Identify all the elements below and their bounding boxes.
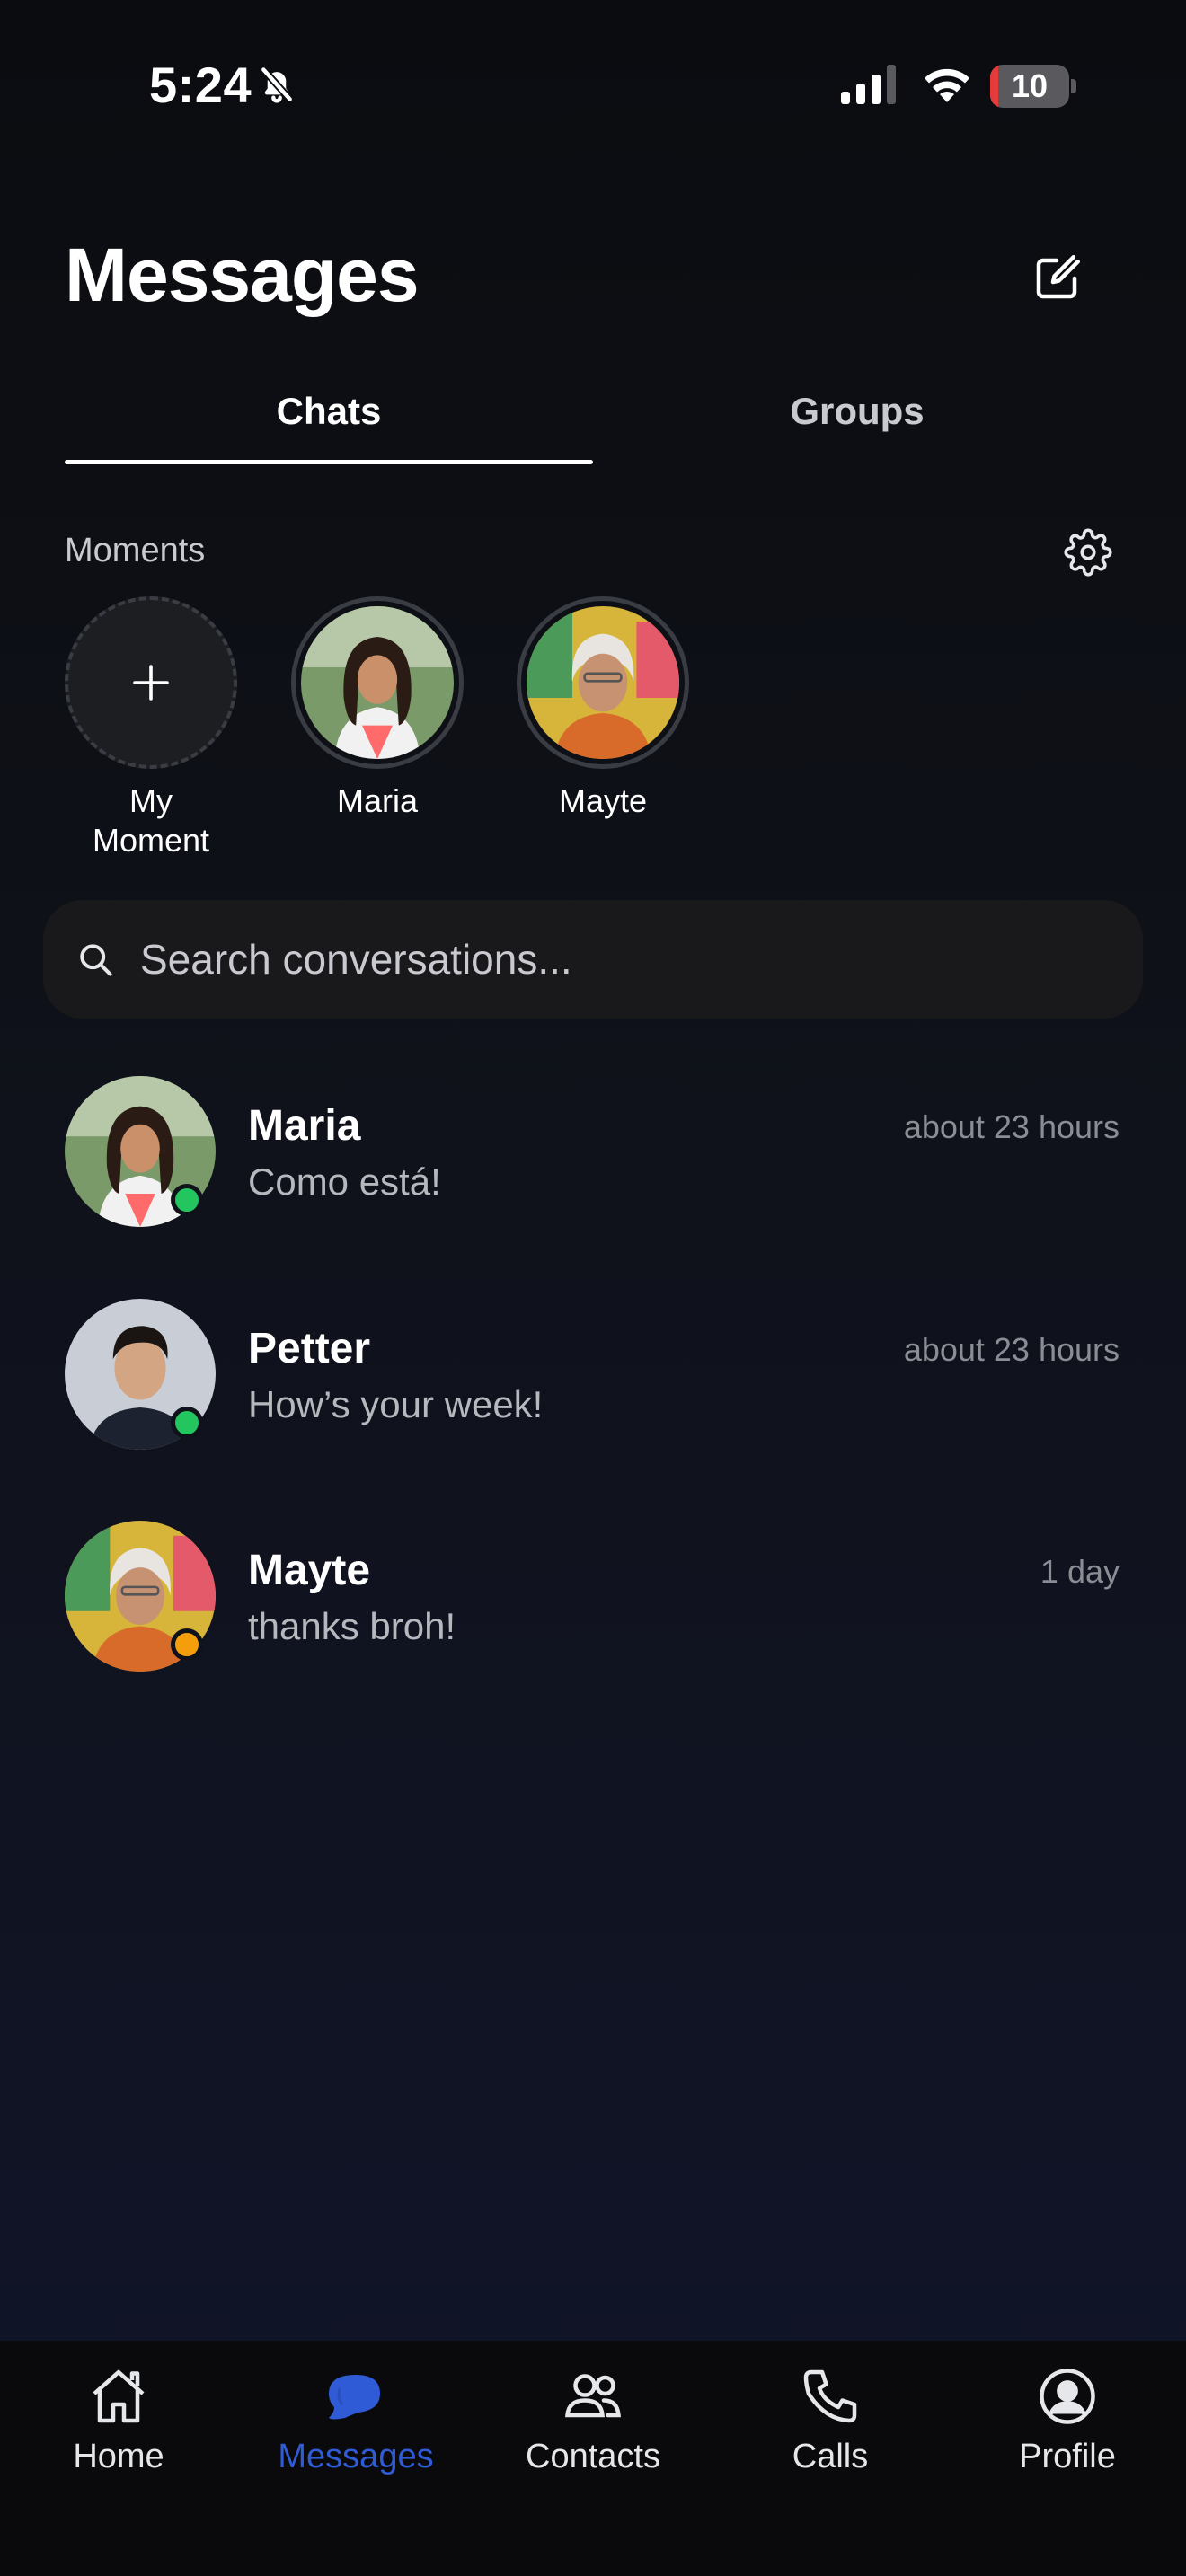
conversation-preview: thanks broh! [248,1605,456,1647]
avatar [301,606,454,759]
nav-label: Calls [792,2438,869,2475]
conversation-row[interactable]: Petter How’s your week! about 23 hours [0,1299,1186,1496]
conversation-time: about 23 hours [903,1331,1120,1368]
conversation-row[interactable]: Mayte thanks broh! 1 day [0,1521,1186,1718]
conversation-time: 1 day [1040,1553,1120,1590]
phone-icon [803,2369,857,2423]
gear-icon[interactable] [1064,528,1112,577]
moment-item[interactable]: Maria [288,596,467,821]
conversation-name: Mayte [248,1547,371,1594]
nav-label: Profile [1019,2438,1116,2475]
nav-messages[interactable]: Messages [237,2341,474,2520]
avatar [527,606,679,759]
nav-home[interactable]: Home [0,2341,237,2520]
moment-add[interactable]: My Moment [61,596,241,860]
bell-off-icon [260,66,294,103]
plus-icon [133,665,169,701]
search-input[interactable] [140,922,1111,997]
profile-icon [1040,2369,1095,2424]
battery-level: 10 [1011,67,1049,104]
moment-name: Maria [336,782,419,819]
online-status-dot [171,1184,203,1216]
search-icon [80,944,112,976]
moments-label: Moments [65,532,206,569]
nav-profile[interactable]: Profile [949,2341,1186,2520]
conversation-preview: How’s your week! [248,1383,544,1425]
nav-label: Messages [278,2438,434,2475]
battery-indicator: 10 [990,65,1076,108]
tab-chats[interactable]: Chats [65,377,593,467]
moment-name: My Moment [92,782,210,859]
search-bar [43,900,1143,1019]
status-bar: 5:24 10 [0,0,1186,171]
conversation-name: Petter [248,1325,371,1372]
moment-name: Mayte [558,782,648,819]
conversation-time: about 23 hours [903,1108,1120,1145]
conversation-row[interactable]: Maria Como está! about 23 hours [0,1076,1186,1274]
home-icon [93,2369,145,2423]
away-status-dot [171,1628,203,1661]
chat-bubble-icon [329,2375,380,2420]
status-time: 5:24 [149,57,252,113]
conversation-name: Maria [248,1102,361,1150]
bottom-nav: Home Messages Contacts Calls Profile [0,2341,1186,2576]
active-tab-indicator [65,460,593,464]
wifi-icon [925,68,969,102]
nav-label: Contacts [526,2438,660,2475]
add-moment-button[interactable] [65,596,237,769]
compose-button[interactable] [1024,246,1089,311]
nav-contacts[interactable]: Contacts [474,2341,712,2520]
contacts-icon [565,2374,621,2418]
conversation-preview: Como está! [248,1160,441,1203]
page-title: Messages [65,233,420,317]
compose-icon [1036,255,1080,299]
tab-groups[interactable]: Groups [593,377,1121,467]
nav-label: Home [73,2438,164,2475]
online-status-dot [171,1407,203,1439]
moment-item[interactable]: Mayte [513,596,693,821]
cellular-signal-icon [841,65,896,104]
nav-calls[interactable]: Calls [712,2341,949,2520]
tab-bar: Chats Groups [65,377,1121,467]
